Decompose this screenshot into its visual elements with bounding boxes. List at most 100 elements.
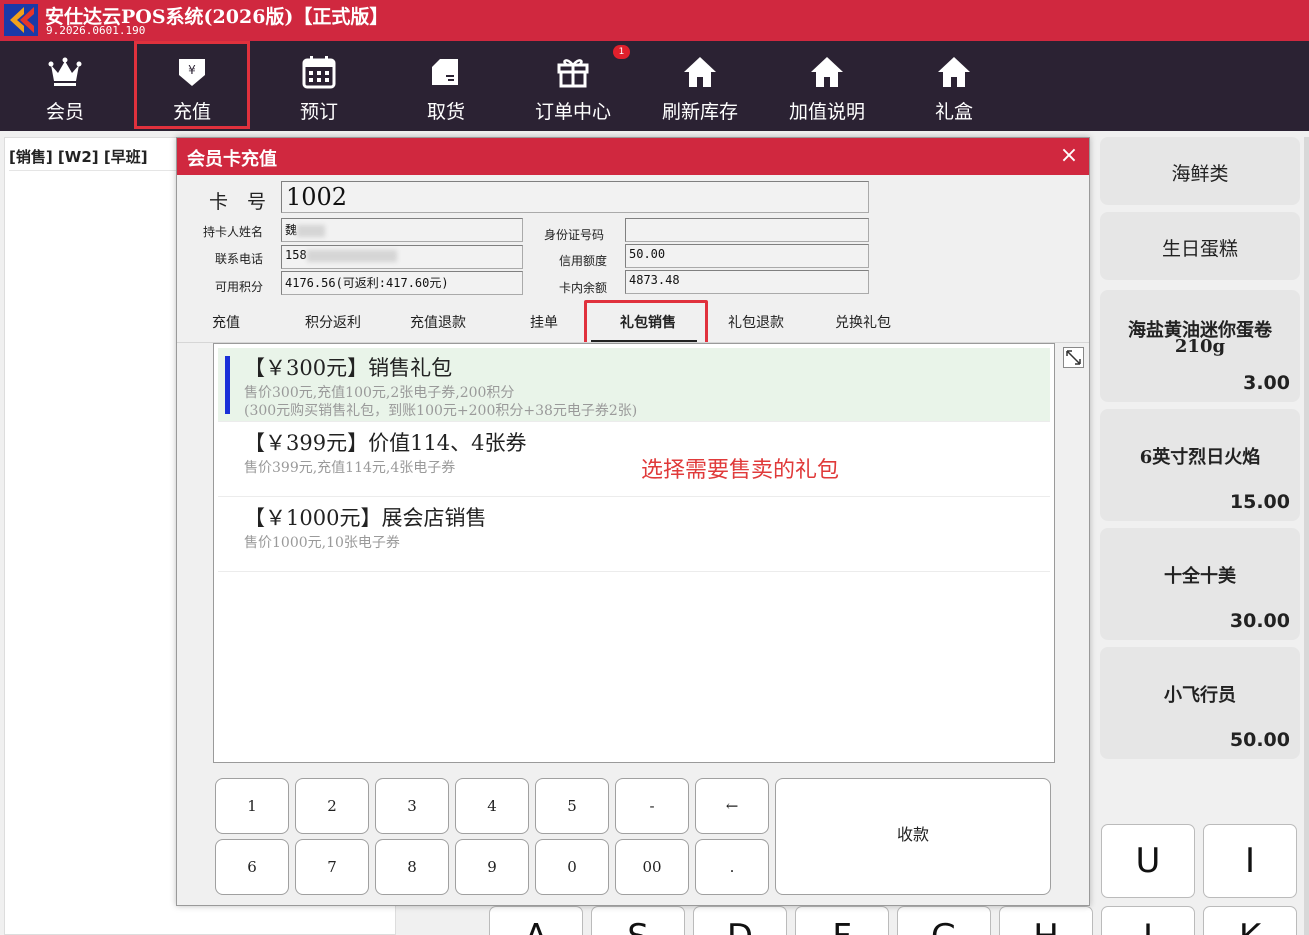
home-icon [938,57,970,87]
product-price: 15.00 [1229,491,1290,513]
close-icon[interactable]: × [1057,144,1081,168]
tab-redeem-package[interactable]: 兑换礼包 [835,312,891,332]
credit-label: 信用额度 [559,254,608,268]
keypad-backspace[interactable]: ← [695,778,769,834]
keyboard-key[interactable]: S [591,906,685,935]
product-card[interactable]: 十全十美 30.00 [1100,528,1300,640]
instruction-annotation: 选择需要售卖的礼包 [641,458,840,483]
nav-giftbox-label: 礼盒 [934,101,973,123]
keypad-4[interactable]: 4 [455,778,529,834]
delivery-box-icon [432,59,458,85]
app-version: 9.2026.0601.190 [46,24,146,37]
holder-name-field[interactable]: 魏 [281,218,523,242]
keyboard-key[interactable]: I [1203,824,1297,898]
package-desc: 售价300元,充值100元,2张电子券,200积分 [244,385,515,401]
product-category[interactable]: 生日蛋糕 [1100,212,1300,280]
keypad-1[interactable]: 1 [215,778,289,834]
keypad-7[interactable]: 7 [295,839,369,895]
keypad-minus[interactable]: - [615,778,689,834]
balance-label: 卡内余额 [559,281,608,295]
title-bar: 安仕达云POS系统(2026版)【正式版】 9.2026.0601.190 [0,0,1309,41]
product-category[interactable]: 海鲜类 [1100,137,1300,205]
phone-field[interactable]: 158 [281,245,523,269]
balance-field[interactable]: 4873.48 [625,270,869,294]
nav-addvalue-info[interactable]: 加值说明 [769,41,885,129]
keyboard-key[interactable]: U [1101,824,1195,898]
recharge-dialog: 会员卡充值 × 卡 号 1002 持卡人姓名 魏 身份证号码 联系电话 158 … [176,137,1090,906]
collect-payment-button[interactable]: 收款 [775,778,1051,895]
phone-label: 联系电话 [215,252,264,266]
masked-text [297,224,326,237]
keyboard-key[interactable]: A [489,906,583,935]
nav-reserve[interactable]: 预订 [261,41,377,129]
package-desc: 售价1000元,10张电子券 [244,535,400,551]
keypad-dot[interactable]: . [695,839,769,895]
nav-order-center[interactable]: 1 订单中心 [515,41,631,129]
keypad-9[interactable]: 9 [455,839,529,895]
holder-name-label: 持卡人姓名 [203,225,264,239]
package-item[interactable]: 【￥300元】销售礼包 售价300元,充值100元,2张电子券,200积分 (3… [218,348,1050,422]
keypad-00[interactable]: 00 [615,839,689,895]
app-logo-icon [4,4,38,36]
masked-text [306,249,397,262]
expand-icon[interactable] [1063,347,1084,368]
nav-member[interactable]: 会员 [7,41,123,129]
tab-recharge[interactable]: 充值 [212,312,240,332]
keypad-2[interactable]: 2 [295,778,369,834]
package-title: 【￥399元】价值114、4张券 [244,431,527,455]
active-tab-highlight [584,300,708,345]
id-no-field[interactable] [625,218,869,242]
keyboard-key[interactable]: G [897,906,991,935]
nav-refresh-stock[interactable]: 刷新库存 [642,41,758,129]
keypad-3[interactable]: 3 [375,778,449,834]
nav-addvalue-info-label: 加值说明 [788,101,865,123]
dialog-title-bar: 会员卡充值 × [177,138,1089,175]
product-card[interactable]: 小飞行员 50.00 [1100,647,1300,759]
product-name: 生日蛋糕 [1161,238,1238,260]
product-name: 6英寸烈日火焰 [1139,447,1261,468]
package-title: 【￥300元】销售礼包 [244,356,453,380]
nav-pickup[interactable]: 取货 [388,41,504,129]
home-icon [684,57,716,87]
keyboard-key[interactable]: K [1203,906,1297,935]
keypad-5[interactable]: 5 [535,778,609,834]
keyboard-key[interactable]: D [693,906,787,935]
keypad-8[interactable]: 8 [375,839,449,895]
id-no-label: 身份证号码 [544,228,605,242]
crown-icon [48,57,82,86]
package-item[interactable]: 【￥399元】价值114、4张券 售价399元,充值114元,4张电子券 [218,423,1050,497]
home-icon [811,57,843,87]
phone-value: 158 [285,248,307,262]
keyboard-key[interactable]: F [795,906,889,935]
calendar-icon [302,56,336,89]
credit-field[interactable]: 50.00 [625,244,869,268]
tab-package-refund[interactable]: 礼包退款 [728,312,784,332]
keypad-0[interactable]: 0 [535,839,609,895]
product-card[interactable]: 6英寸烈日火焰 15.00 [1100,409,1300,521]
tab-points-rebate[interactable]: 积分返利 [305,312,361,332]
nav-order-center-label: 订单中心 [534,101,611,123]
nav-recharge[interactable]: ¥ 充值 [134,41,250,129]
selection-bar [225,356,230,414]
points-label: 可用积分 [215,280,264,294]
points-field[interactable]: 4176.56(可返利:417.60元) [281,271,523,295]
nav-refresh-stock-label: 刷新库存 [661,101,738,123]
main-navbar: 会员 ¥ 充值 预订 取货 1 订单中心 刷新库存 加值说明 礼盒 [0,41,1309,131]
keyboard-key[interactable]: H [999,906,1093,935]
keypad-6[interactable]: 6 [215,839,289,895]
card-no-field[interactable]: 1002 [281,181,869,213]
product-name: 十全十美 [1164,566,1236,587]
order-center-badge: 1 [613,45,630,59]
nav-reserve-label: 预订 [299,101,338,123]
tab-hold-order[interactable]: 挂单 [530,312,558,332]
product-name: 海鲜类 [1171,163,1229,185]
product-card[interactable]: 海盐黄油迷你蛋卷 210g 3.00 [1100,290,1300,402]
package-note: (300元购买销售礼包，到账100元+200积分+38元电子券2张) [244,403,638,419]
holder-name-value: 魏 [285,223,298,237]
tab-recharge-refund[interactable]: 充值退款 [410,312,466,332]
product-price: 3.00 [1243,372,1290,394]
package-item[interactable]: 【￥1000元】展会店销售 售价1000元,10张电子券 [218,498,1050,572]
keyboard-key[interactable]: J [1101,906,1195,935]
scroll-edge [1304,137,1309,935]
nav-giftbox[interactable]: 礼盒 [896,41,1012,129]
